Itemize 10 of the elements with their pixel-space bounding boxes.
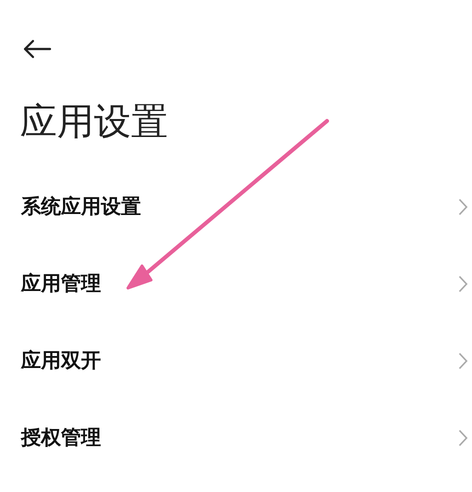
chevron-icon xyxy=(458,274,468,292)
back-icon[interactable] xyxy=(22,39,52,59)
settings-item[interactable]: 授权管理 xyxy=(0,399,472,476)
chevron-icon xyxy=(458,428,468,446)
settings-item[interactable]: 系统应用设置 xyxy=(0,168,472,245)
chevron-icon xyxy=(458,352,468,370)
settings-item[interactable]: 应用管理 xyxy=(0,245,472,322)
page-title: 应用设置 xyxy=(20,99,169,145)
settings-item[interactable]: 应用双开 xyxy=(0,322,472,399)
chevron-icon xyxy=(458,198,468,216)
